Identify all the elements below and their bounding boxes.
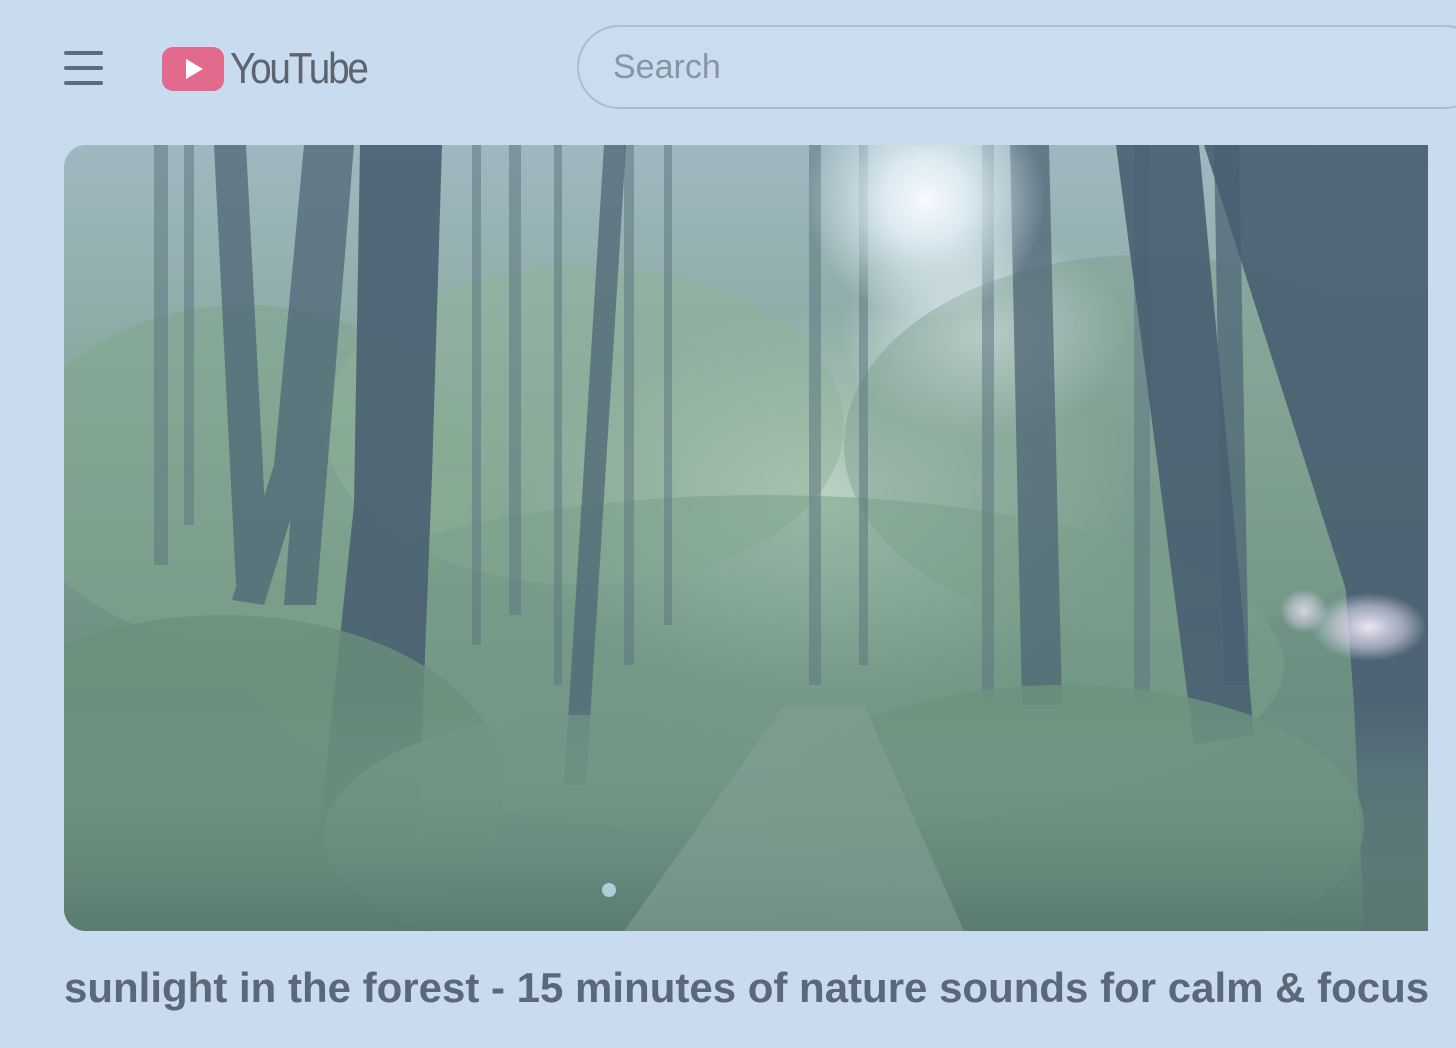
search-box[interactable] — [577, 25, 1456, 109]
hamburger-menu-icon[interactable] — [56, 46, 110, 92]
search-input[interactable] — [613, 27, 1433, 107]
logo-text: YouTube — [230, 44, 369, 93]
forest-scene-image — [64, 145, 1428, 931]
youtube-logo[interactable]: YouTube — [162, 44, 385, 94]
video-thumbnail[interactable] — [64, 145, 1428, 931]
menu-icon-bar — [64, 66, 103, 70]
menu-icon-bar — [64, 81, 103, 85]
menu-icon-bar — [64, 51, 103, 55]
play-logo-icon — [162, 47, 224, 91]
video-title[interactable]: sunlight in the forest - 15 minutes of n… — [64, 958, 1444, 1018]
